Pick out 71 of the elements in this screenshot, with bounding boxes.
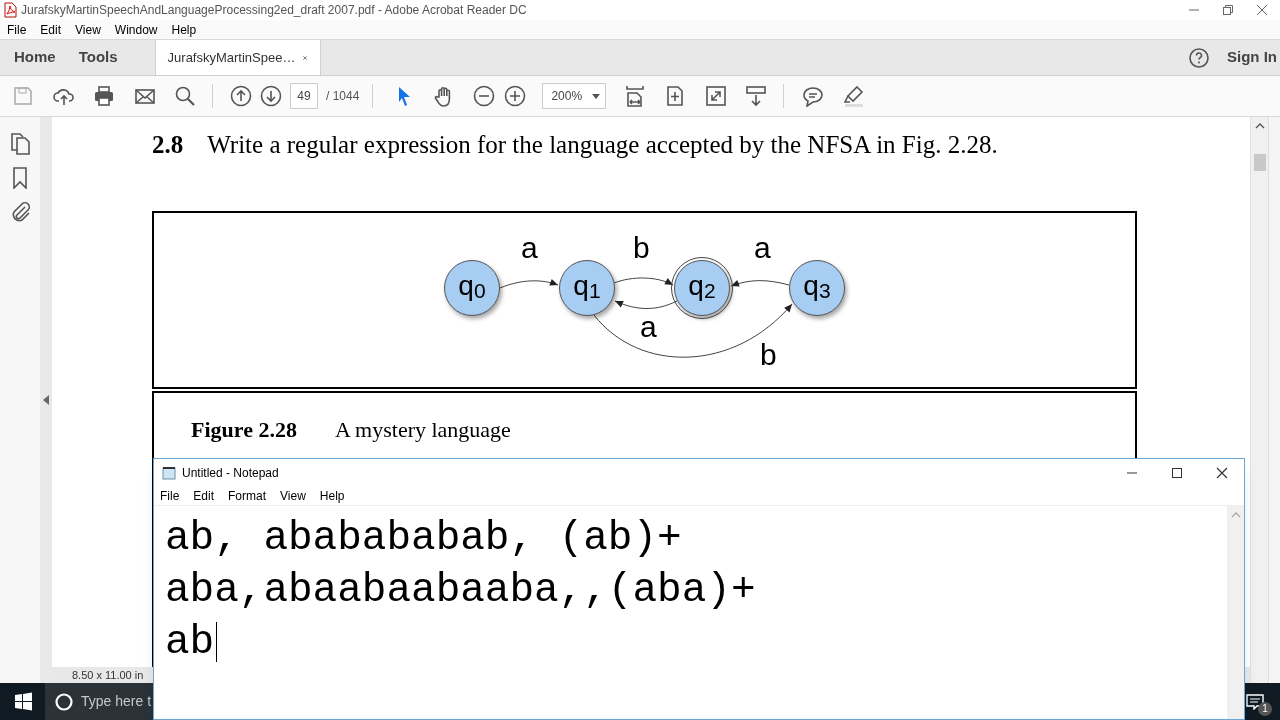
menu-item[interactable]: File [7,20,27,39]
text-line: aba,abaabaabaaba,,(aba)+ [165,566,756,615]
transition-label: a [754,232,771,263]
tab[interactable]: Tools [64,40,132,75]
arrow-down-icon[interactable] [260,85,282,107]
scroll-thumb[interactable] [1253,154,1266,171]
zoom-dropdown[interactable]: 200% [542,83,607,109]
vertical-scrollbar[interactable] [1250,117,1268,683]
highlighter-icon[interactable] [843,85,866,107]
page-size-label: 8.50 x 11.00 in [72,667,144,683]
menu-item[interactable]: File [160,486,180,505]
menu-item[interactable]: Edit [40,20,62,39]
transition-label: a [521,232,538,263]
search-icon[interactable] [174,85,196,107]
page-number-field[interactable]: 49 [290,83,318,109]
transition-label: b [760,339,777,370]
cortana-circle-icon [55,692,73,711]
menu-item[interactable]: View [75,20,101,39]
state-node: q$_{2}$ [674,259,730,316]
exercise-text: Write a regular expression for the language accepted by the NFSA in Fig. 2.28. [207,130,998,160]
scroll-up-icon[interactable] [1254,123,1265,129]
figure-caption: A mystery language [334,415,511,444]
transition-arrow [613,277,674,285]
search-field[interactable]: Type here t [45,683,153,720]
tab[interactable]: Home [0,40,65,75]
text-line: ab, ababababab, (ab)+ [165,514,682,563]
text-area[interactable]: ab, ababababab, (ab)+ aba,abaabaabaaba,,(aba)+ ab [154,506,1227,719]
fit-width-icon[interactable] [624,85,647,107]
close-icon[interactable] [1256,4,1268,16]
tab[interactable]: JurafskyMartinSpee… [154,40,321,75]
comment-icon[interactable] [802,85,825,107]
figure-label: Figure 2.28 [191,415,297,444]
exercise-number: 2.8 [152,130,184,160]
zoom-out-icon[interactable] [473,85,496,107]
arrow-up-icon[interactable] [230,85,252,107]
menu-item[interactable]: Format [228,486,267,505]
state-node: q$_{0}$ [444,259,500,316]
pages-icon[interactable] [10,133,30,155]
notification-count: 1 [1258,702,1272,716]
window-title: Untitled - Notepad [182,464,279,482]
bookmark-icon[interactable] [12,167,28,189]
state-node: q$_{1}$ [559,259,615,316]
transition-label: b [633,232,650,263]
notification-button[interactable]: 1 [1246,683,1272,720]
caret-icon [592,93,601,99]
menu-item[interactable]: Edit [193,486,215,505]
menu-item[interactable]: Window [114,20,158,39]
page-total: / 1044 [326,88,360,105]
collapse-arrow-icon[interactable] [43,395,49,405]
print-icon[interactable] [93,85,115,107]
transition-label: a [640,311,657,342]
window-title: JurafskyMartinSpeechAndLanguageProcessing2ed_draft 2007.pdf - Adobe Acrobat Reader DC [21,2,527,19]
restore-icon[interactable] [1222,4,1234,16]
text-line: ab [165,618,215,667]
menu-item[interactable]: View [280,486,306,505]
menu-item[interactable]: Help [319,486,345,505]
attachment-icon[interactable] [10,201,30,223]
text-cursor [216,622,218,662]
vertical-scrollbar[interactable] [1227,506,1244,719]
menu-item[interactable]: Help [171,20,197,39]
transition-arrow [730,279,790,286]
maximize-icon[interactable] [1171,466,1183,479]
sign-in-link[interactable]: Sign In [1227,46,1280,69]
state-node: q$_{3}$ [789,259,845,316]
notepad-icon [162,465,176,480]
close-icon[interactable] [1216,466,1228,479]
help-icon[interactable] [1189,47,1209,68]
transition-arrow [499,278,559,288]
zoom-in-icon[interactable] [504,85,527,107]
scroll-mode-icon[interactable] [745,85,768,107]
full-screen-icon[interactable] [705,85,728,107]
